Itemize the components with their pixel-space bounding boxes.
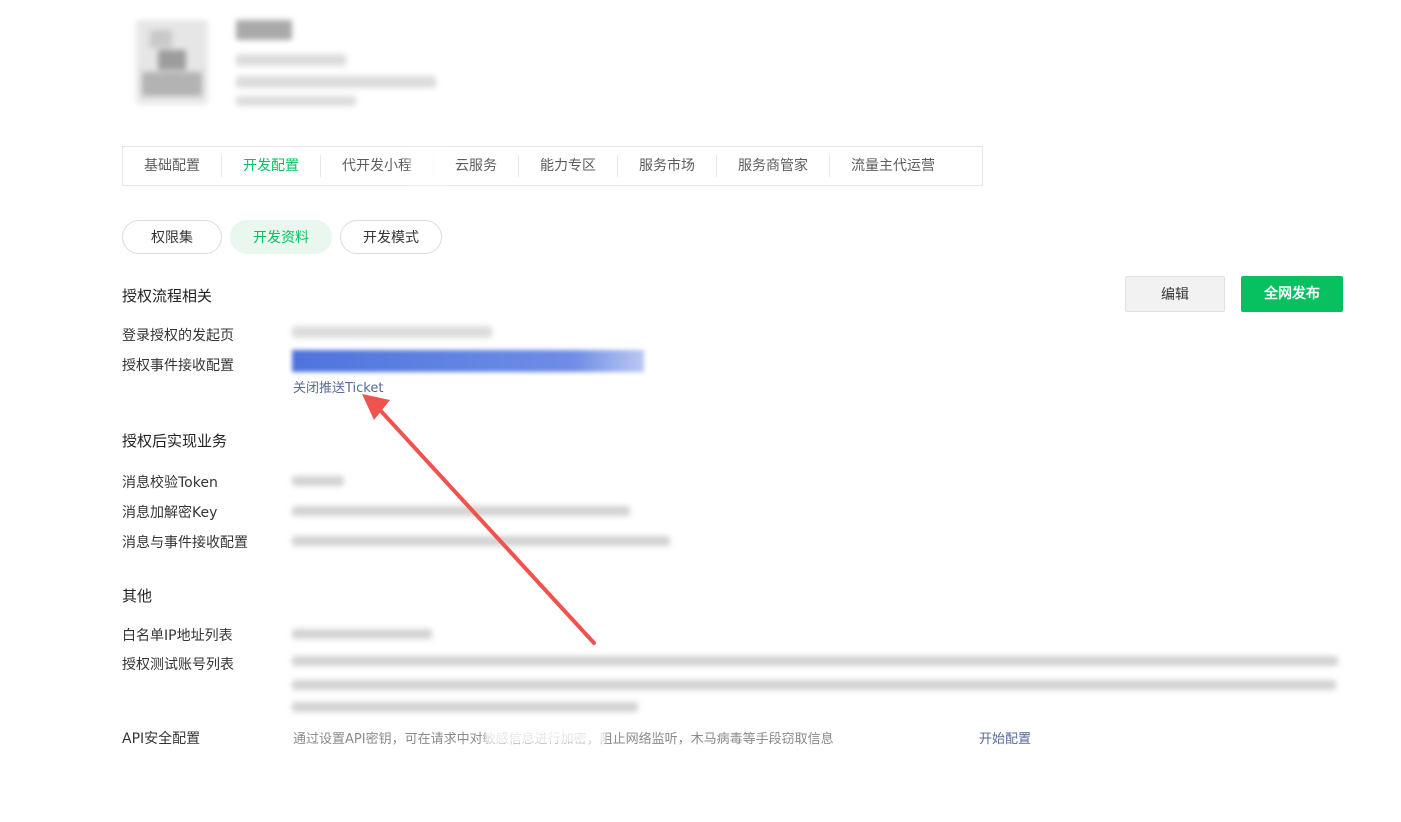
annotation-arrow-icon	[362, 394, 596, 645]
